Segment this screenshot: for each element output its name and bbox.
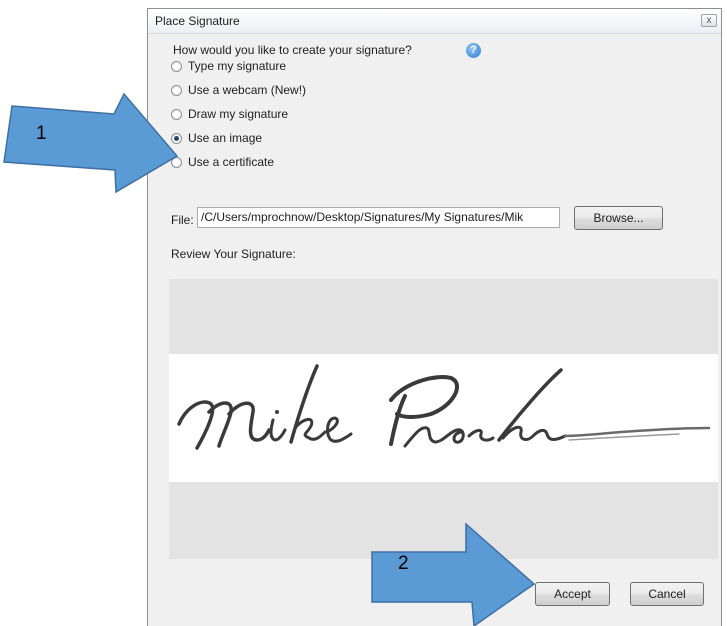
option-label: Use an image xyxy=(188,131,263,145)
option-draw-signature[interactable]: Draw my signature xyxy=(171,106,288,122)
option-label: Use a webcam (New!) xyxy=(188,83,307,97)
option-type-signature[interactable]: Type my signature xyxy=(171,58,286,74)
callout-label-1: 1 xyxy=(36,123,47,144)
help-icon[interactable]: ? xyxy=(466,43,481,58)
option-use-webcam[interactable]: Use a webcam (New!) xyxy=(171,82,306,98)
cancel-button[interactable]: Cancel xyxy=(630,582,704,606)
accept-button[interactable]: Accept xyxy=(535,582,610,606)
file-path-field[interactable]: /C/Users/mprochnow/Desktop/Signatures/My… xyxy=(197,207,560,228)
close-button[interactable]: x xyxy=(701,14,717,27)
option-label: Draw my signature xyxy=(188,107,289,121)
creation-method-question: How would you like to create your signat… xyxy=(173,43,412,57)
file-label: File: xyxy=(171,213,194,227)
option-use-certificate[interactable]: Use a certificate xyxy=(171,154,274,170)
signature-image xyxy=(169,354,718,482)
callout-label-2: 2 xyxy=(398,553,409,574)
signature-preview xyxy=(169,279,718,559)
callout-arrow-2 xyxy=(371,522,536,626)
review-signature-label: Review Your Signature: xyxy=(171,247,296,261)
dialog-titlebar: Place Signature x xyxy=(148,9,721,34)
dialog-title: Place Signature xyxy=(155,14,240,28)
option-use-image[interactable]: Use an image xyxy=(171,130,262,146)
option-label: Use a certificate xyxy=(188,155,275,169)
radio-type-signature[interactable] xyxy=(171,60,182,72)
option-label: Type my signature xyxy=(188,59,287,73)
handwritten-signature xyxy=(177,364,711,450)
close-icon: x xyxy=(706,15,712,26)
browse-button[interactable]: Browse... xyxy=(574,206,663,230)
callout-arrow-1 xyxy=(3,92,179,194)
